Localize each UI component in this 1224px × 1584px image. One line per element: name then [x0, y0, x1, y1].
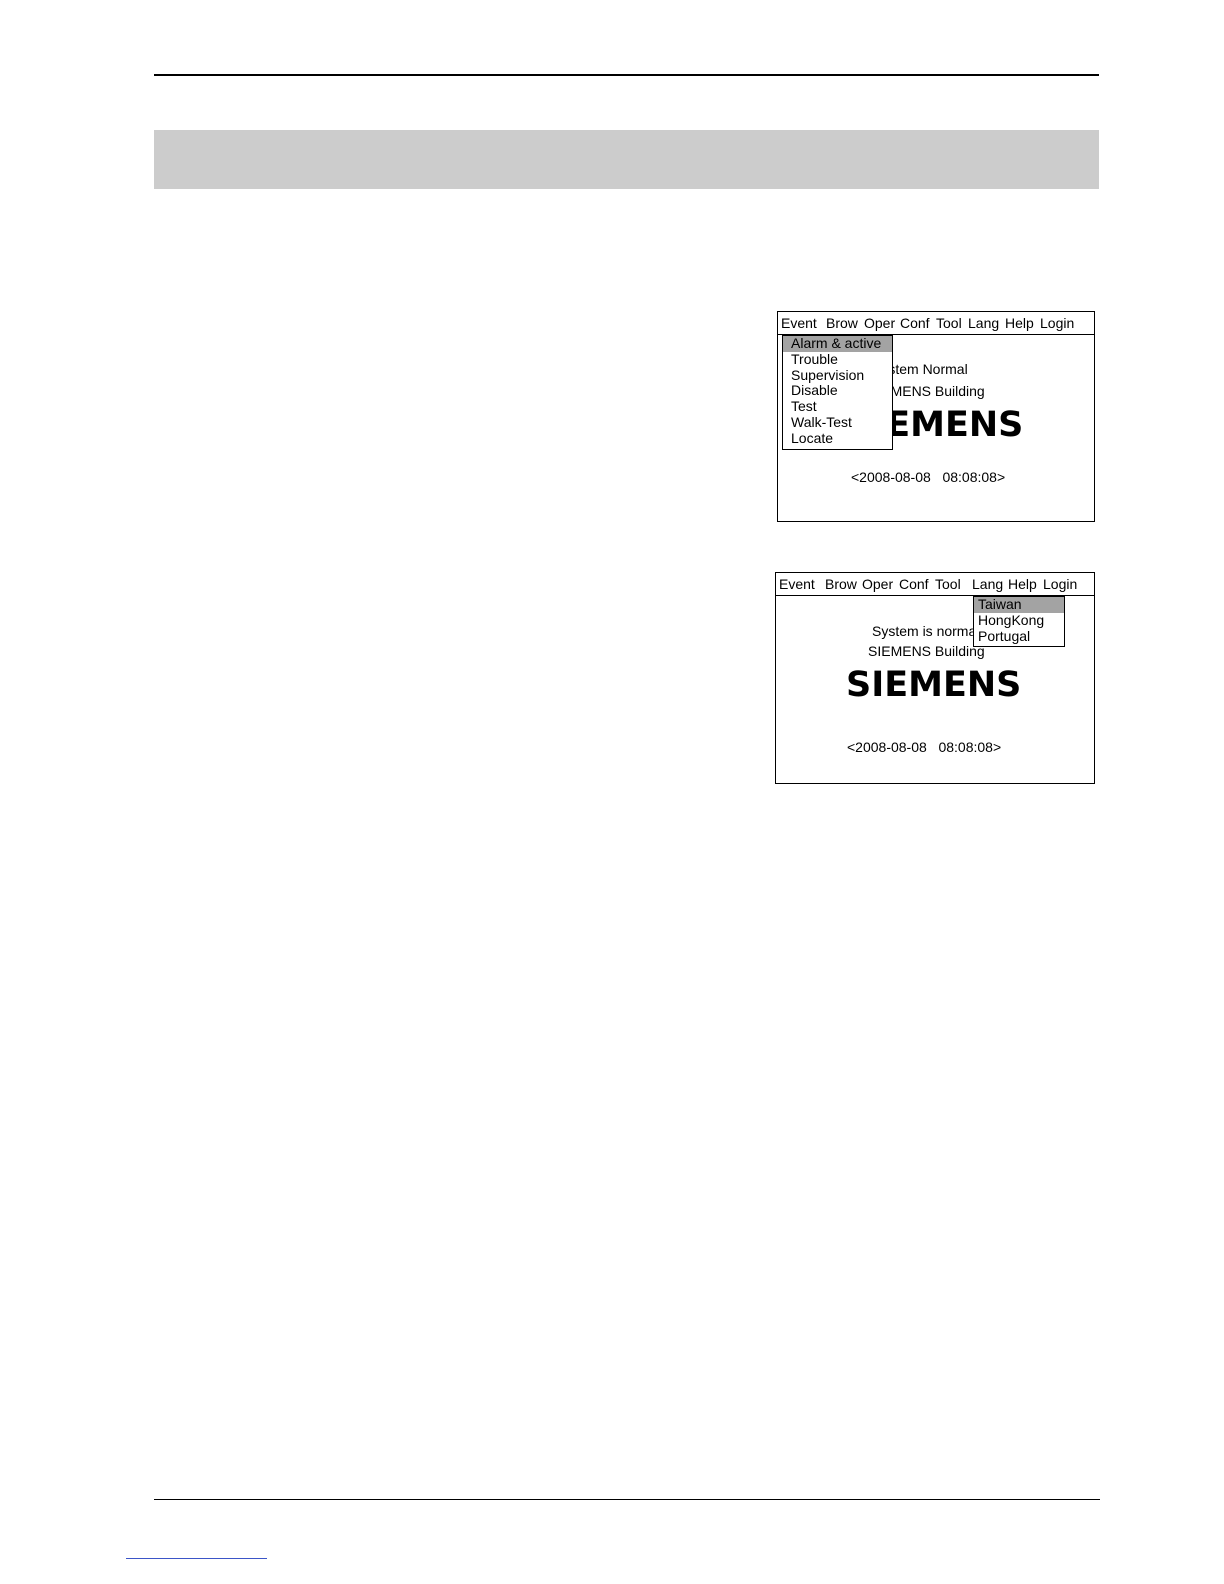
menu-event[interactable]: Event: [781, 315, 817, 331]
menu-event[interactable]: Event: [779, 576, 815, 592]
menu-tool[interactable]: Tool: [935, 576, 961, 592]
event-dropdown-item[interactable]: Test: [783, 398, 892, 415]
datetime-text: <2008-08-08 08:08:08>: [851, 469, 1006, 485]
footer-rule: [154, 1499, 1100, 1500]
building-name-text: SIEMENS Building: [868, 643, 985, 659]
event-dropdown-item[interactable]: Trouble: [783, 351, 892, 368]
menu-bar: Event Brow Oper Conf Tool Lang Help Logi…: [778, 312, 1094, 335]
menu-help[interactable]: Help: [1008, 576, 1037, 592]
event-dropdown-item[interactable]: Walk-Test: [783, 414, 892, 431]
lang-dropdown-item[interactable]: Taiwan: [974, 596, 1064, 613]
system-status-text: System is normal: [872, 623, 980, 639]
menu-login[interactable]: Login: [1040, 315, 1074, 331]
event-dropdown-item[interactable]: Alarm & active: [783, 335, 892, 352]
menu-brow[interactable]: Brow: [825, 576, 857, 592]
lang-dropdown-item[interactable]: Portugal: [974, 628, 1064, 645]
menu-lang[interactable]: Lang: [972, 576, 1003, 592]
event-dropdown: Alarm & active Trouble Supervision Disab…: [782, 335, 893, 450]
footer-link-underline[interactable]: [126, 1558, 267, 1559]
panel-screen-event-menu: Event Brow Oper Conf Tool Lang Help Logi…: [777, 311, 1095, 522]
datetime-text: <2008-08-08 08:08:08>: [847, 739, 1002, 755]
panel-screen-lang-menu: Event Brow Oper Conf Tool Lang Help Logi…: [775, 572, 1095, 784]
lang-dropdown: Taiwan HongKong Portugal: [973, 596, 1065, 647]
menu-lang[interactable]: Lang: [968, 315, 999, 331]
section-banner: [154, 130, 1099, 189]
menu-conf[interactable]: Conf: [899, 576, 929, 592]
event-dropdown-item[interactable]: Disable: [783, 383, 892, 399]
menu-oper[interactable]: Oper: [862, 576, 893, 592]
menu-conf[interactable]: Conf: [900, 315, 930, 331]
event-dropdown-item[interactable]: Locate: [783, 430, 892, 447]
menu-brow[interactable]: Brow: [826, 315, 858, 331]
menu-bar: Event Brow Oper Conf Tool Lang Help Logi…: [776, 573, 1094, 596]
siemens-logo: SIEMENS: [846, 665, 1022, 705]
event-dropdown-item[interactable]: Supervision: [783, 367, 892, 384]
menu-oper[interactable]: Oper: [864, 315, 895, 331]
lang-dropdown-item[interactable]: HongKong: [974, 612, 1064, 629]
menu-login[interactable]: Login: [1043, 576, 1077, 592]
menu-tool[interactable]: Tool: [936, 315, 962, 331]
header-rule: [154, 74, 1099, 76]
menu-help[interactable]: Help: [1005, 315, 1034, 331]
